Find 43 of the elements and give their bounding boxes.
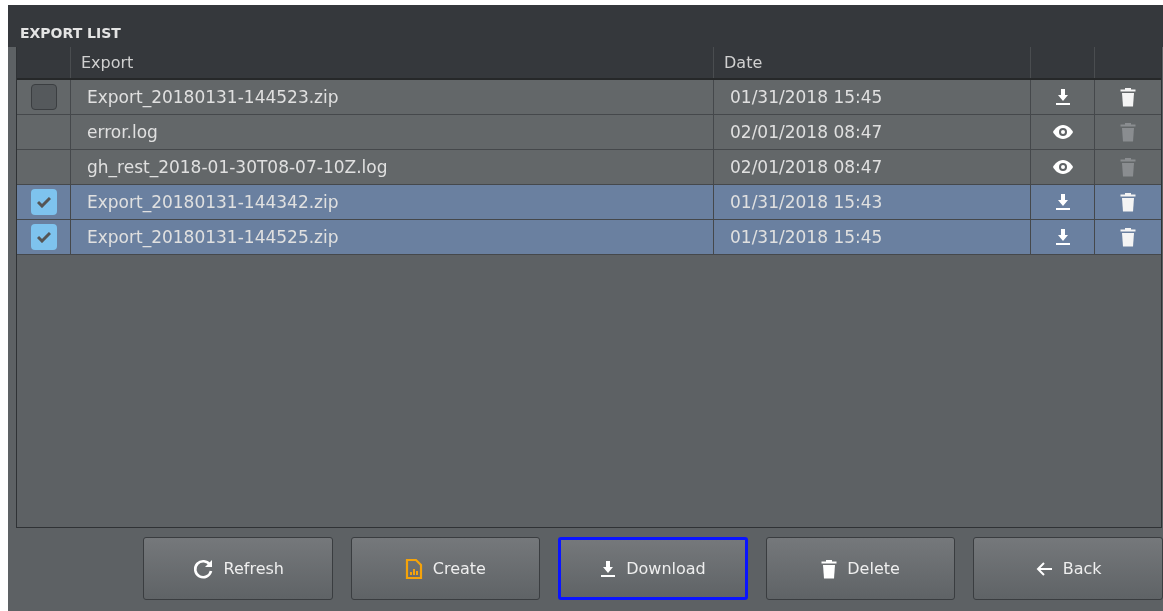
file-date: 01/31/2018 15:45 — [729, 227, 883, 247]
column-header: Date — [723, 53, 763, 72]
table-row[interactable]: Export_20180131-144523.zip 01/31/2018 15:45 — [17, 80, 1161, 115]
file-date: 02/01/2018 08:47 — [729, 157, 883, 177]
download-icon — [1054, 193, 1071, 211]
eye-icon — [1052, 125, 1073, 139]
trash-icon — [1120, 192, 1136, 212]
checkmark-icon — [36, 231, 51, 243]
table-row[interactable]: gh_rest_2018-01-30T08-07-10Z.log 02/01/2018 08:47 — [17, 150, 1161, 185]
file-name: error.log — [86, 122, 158, 142]
delete-button[interactable]: Delete — [765, 537, 956, 600]
trash-icon — [1120, 227, 1136, 247]
trash-icon — [821, 558, 838, 579]
file-date: 01/31/2018 15:45 — [729, 87, 883, 107]
table-row[interactable]: error.log 02/01/2018 08:47 — [17, 115, 1161, 150]
table-row[interactable]: Export_20180131-144342.zip 01/31/2018 15:43 — [17, 185, 1161, 220]
eye-icon — [1052, 160, 1073, 174]
checkbox[interactable] — [30, 224, 57, 250]
left-arrow-icon — [1034, 560, 1053, 577]
refresh-button[interactable]: Refresh — [143, 537, 333, 600]
download-icon — [1054, 88, 1071, 106]
checkbox[interactable] — [30, 189, 57, 215]
download-icon — [1054, 228, 1071, 246]
file-date: 01/31/2018 15:43 — [729, 192, 883, 212]
refresh-icon — [191, 557, 214, 580]
back-button[interactable]: Back — [973, 537, 1163, 600]
trash-icon — [1120, 157, 1136, 177]
chart-file-icon — [404, 557, 423, 580]
file-name: Export_20180131-144342.zip — [86, 192, 339, 212]
trash-icon — [1120, 87, 1136, 107]
create-button[interactable]: Create — [350, 537, 541, 600]
panel-title: EXPORT LIST — [20, 25, 121, 41]
checkbox[interactable] — [30, 84, 57, 110]
file-name: Export_20180131-144525.zip — [86, 227, 339, 247]
column-header: Export — [80, 53, 134, 72]
file-name: gh_rest_2018-01-30T08-07-10Z.log — [86, 157, 388, 177]
download-button[interactable]: Download — [558, 537, 748, 600]
checkmark-icon — [36, 196, 51, 208]
trash-icon — [1120, 122, 1136, 142]
download-icon — [600, 559, 617, 578]
file-date: 02/01/2018 08:47 — [729, 122, 883, 142]
file-name: Export_20180131-144523.zip — [86, 87, 339, 107]
table-row[interactable]: Export_20180131-144525.zip 01/31/2018 15:45 — [17, 220, 1161, 255]
